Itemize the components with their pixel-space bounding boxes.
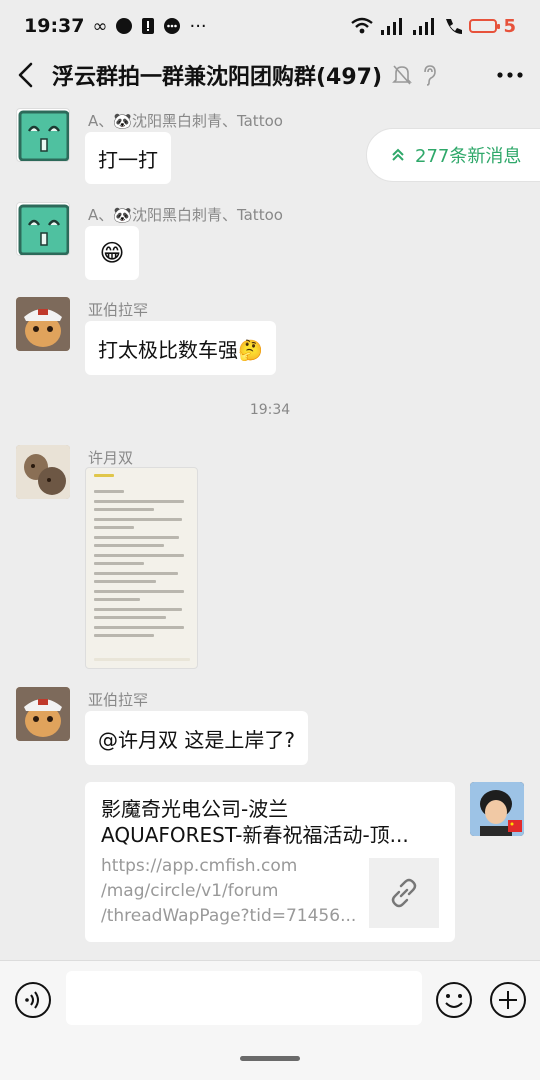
chat-title: 浮云群拍一群兼沈阳团购群(497): [52, 65, 383, 90]
link-url-line-2: /mag/circle/v1/forum: [101, 881, 279, 901]
avatar[interactable]: [16, 202, 70, 256]
message-bubble[interactable]: @许月双 这是上岸了?: [85, 711, 308, 765]
avatar-photo-icon: [16, 445, 70, 499]
link-title: 影魔奇光电公司-波兰 AQUAFOREST-新春祝福活动-顶...: [101, 796, 439, 848]
status-bar: 19:37 ∞ ··· 5: [0, 0, 540, 52]
sender-name: A、🐼沈阳黑白刺青、Tattoo: [88, 112, 283, 130]
message-bubble[interactable]: 打太极比数车强🤔: [85, 321, 276, 375]
earpiece-icon: [422, 64, 438, 86]
back-button[interactable]: [0, 52, 50, 98]
wifi-icon: [351, 17, 374, 34]
avatar-person-icon: [470, 782, 524, 836]
message-status-icon: [164, 18, 181, 34]
message-bubble-emoji[interactable]: 😁: [85, 226, 139, 280]
input-bar: [0, 960, 540, 1080]
link-title-line-2: AQUAFOREST-新春祝福活动-顶...: [101, 823, 409, 847]
new-messages-button[interactable]: 277条新消息: [366, 128, 540, 182]
sender-name: A、🐼沈阳黑白刺青、Tattoo: [88, 206, 283, 224]
chat-status-icon: [116, 18, 133, 34]
message-bubble[interactable]: 打一打: [85, 132, 171, 184]
avatar[interactable]: [16, 108, 70, 162]
message-timestamp: 19:34: [249, 402, 291, 418]
home-indicator[interactable]: [240, 1056, 300, 1061]
more-status-icon: ···: [189, 15, 207, 37]
double-chevron-up-icon: [392, 148, 404, 161]
plus-icon: [490, 982, 526, 1018]
battery-level: 5: [503, 15, 516, 37]
more-dots-icon: [497, 72, 523, 78]
avatar[interactable]: [16, 687, 70, 741]
signal-4g-icon: [381, 18, 403, 35]
sender-name: 亚伯拉罕: [88, 301, 149, 319]
avatar[interactable]: [16, 445, 70, 499]
avatar[interactable]: [16, 297, 70, 351]
avatar-robot-icon: [18, 110, 69, 161]
new-messages-label: 277条新消息: [415, 146, 522, 167]
emoji-button[interactable]: [435, 981, 473, 1019]
message-input[interactable]: [66, 971, 422, 1025]
signal-4g-2-icon: [413, 18, 435, 35]
mute-bell-icon: [392, 64, 412, 86]
avatar-cat-icon: [16, 297, 70, 351]
avatar-cat-icon: [16, 687, 70, 741]
more-options-button[interactable]: [480, 52, 540, 98]
infinity-icon: ∞: [92, 15, 108, 37]
sim-alert-icon: [142, 18, 155, 34]
link-card-message[interactable]: 影魔奇光电公司-波兰 AQUAFOREST-新春祝福活动-顶... https:…: [85, 782, 455, 942]
link-url: https://app.cmfish.com /mag/circle/v1/fo…: [101, 854, 361, 929]
sender-name: 许月双: [88, 449, 134, 467]
status-time: 19:37: [24, 15, 85, 37]
link-thumbnail: [369, 858, 439, 928]
avatar-robot-icon: [18, 204, 69, 255]
battery-icon: [469, 19, 501, 33]
more-functions-button[interactable]: [489, 981, 527, 1019]
voice-input-button[interactable]: [14, 981, 52, 1019]
chat-message-list[interactable]: A、🐼沈阳黑白刺青、Tattoo 打一打 A、🐼沈阳黑白刺青、Tattoo 😁: [0, 98, 540, 960]
link-title-line-1: 影魔奇光电公司-波兰: [101, 797, 289, 821]
link-chain-icon: [391, 878, 417, 908]
voice-icon: [15, 982, 51, 1018]
link-url-line-1: https://app.cmfish.com: [101, 856, 298, 876]
link-url-line-3: /threadWapPage?tid=71456...: [101, 906, 357, 926]
hd-call-icon: [446, 19, 463, 34]
image-message[interactable]: [85, 467, 198, 669]
emoji-icon: [436, 982, 472, 1018]
chat-header: 浮云群拍一群兼沈阳团购群(497): [0, 52, 540, 98]
my-avatar[interactable]: [470, 782, 524, 836]
sender-name: 亚伯拉罕: [88, 691, 149, 709]
back-arrow-icon: [18, 62, 33, 88]
